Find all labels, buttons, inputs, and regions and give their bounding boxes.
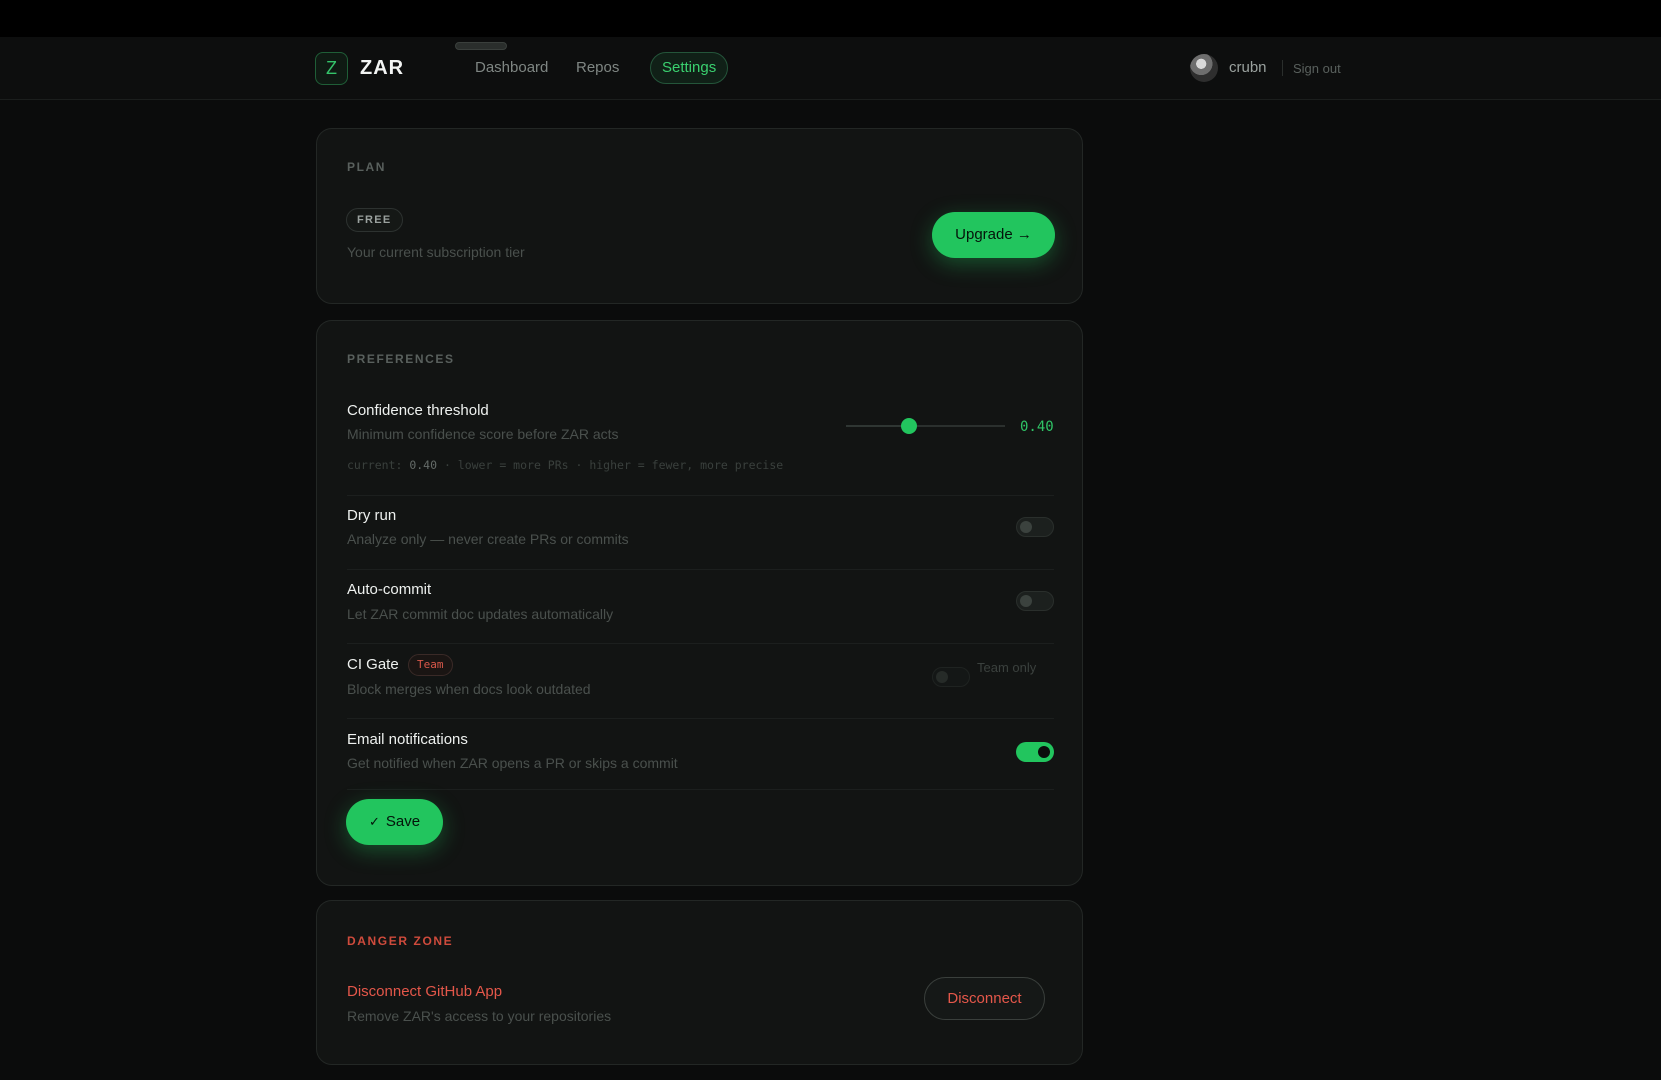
nav-dashboard[interactable]: Dashboard — [464, 52, 559, 84]
save-button[interactable]: ✓ Save — [346, 799, 443, 845]
check-icon: ✓ — [368, 814, 380, 829]
row-divider — [347, 495, 1054, 496]
confidence-hint: current: 0.40 · lower = more PRs · highe… — [347, 457, 783, 473]
toggle-knob — [936, 671, 948, 683]
nav-repos[interactable]: Repos — [565, 52, 630, 84]
confidence-description: Minimum confidence score before ZAR acts — [347, 426, 619, 442]
confidence-hint-prefix: current: — [347, 458, 410, 472]
sign-out-link[interactable]: Sign out — [1293, 59, 1341, 79]
danger-section-title: DANGER ZONE — [347, 934, 454, 948]
email-notifications-label: Email notifications — [347, 731, 468, 748]
email-notifications-toggle[interactable] — [1016, 742, 1054, 762]
ci-gate-description: Block merges when docs look outdated — [347, 681, 591, 697]
toggle-knob — [1020, 595, 1032, 607]
upgrade-button[interactable]: Upgrade → — [932, 212, 1055, 258]
auto-commit-description: Let ZAR commit doc updates automatically — [347, 606, 614, 622]
plan-section-title: PLAN — [347, 160, 387, 174]
dry-run-toggle[interactable] — [1016, 517, 1054, 537]
team-only-note: Team only — [977, 660, 1037, 675]
auto-commit-label: Auto-commit — [347, 581, 432, 598]
plan-badge: FREE — [346, 208, 403, 232]
username[interactable]: crubn — [1229, 57, 1267, 79]
logo-icon[interactable]: Z — [315, 52, 348, 85]
confidence-hint-value: 0.40 — [409, 458, 438, 472]
danger-zone-card: DANGER ZONE Disconnect GitHub App Remove… — [316, 900, 1083, 1065]
ci-gate-label: CI Gate — [347, 656, 399, 673]
team-badge: Team — [408, 654, 453, 676]
drag-handle — [455, 42, 507, 50]
disconnect-description: Remove ZAR's access to your repositories — [347, 1008, 612, 1024]
avatar[interactable] — [1190, 54, 1218, 82]
plan-card: PLAN FREE Your current subscription tier… — [316, 128, 1083, 304]
row-divider — [347, 643, 1054, 644]
confidence-value: 0.40 — [1020, 419, 1054, 435]
disconnect-label: Disconnect GitHub App — [347, 983, 503, 1000]
preferences-card: PREFERENCES Confidence threshold Minimum… — [316, 320, 1083, 886]
app-header: Z ZAR Dashboard Repos Settings crubn Sig… — [0, 37, 1661, 100]
email-notifications-description: Get notified when ZAR opens a PR or skip… — [347, 755, 678, 771]
preferences-section-title: PREFERENCES — [347, 352, 455, 366]
dry-run-description: Analyze only — never create PRs or commi… — [347, 531, 629, 547]
auto-commit-toggle[interactable] — [1016, 591, 1054, 611]
row-divider — [347, 789, 1054, 790]
confidence-hint-suffix: · lower = more PRs · higher = fewer, mor… — [437, 458, 784, 472]
ci-gate-toggle[interactable] — [932, 667, 970, 687]
dry-run-label: Dry run — [347, 507, 397, 524]
toggle-knob — [1038, 746, 1050, 758]
confidence-slider-fill — [846, 425, 908, 427]
nav-settings[interactable]: Settings — [650, 52, 729, 84]
browser-top-bar — [0, 0, 1661, 37]
header-divider — [1282, 60, 1283, 76]
confidence-slider-thumb[interactable] — [901, 418, 917, 434]
save-button-label: Save — [385, 813, 421, 830]
toggle-knob — [1020, 521, 1032, 533]
row-divider — [347, 718, 1054, 719]
row-divider — [347, 569, 1054, 570]
disconnect-button[interactable]: Disconnect — [924, 977, 1045, 1020]
plan-description: Your current subscription tier — [347, 244, 525, 260]
confidence-label: Confidence threshold — [347, 402, 489, 419]
brand-name[interactable]: ZAR — [360, 54, 404, 82]
